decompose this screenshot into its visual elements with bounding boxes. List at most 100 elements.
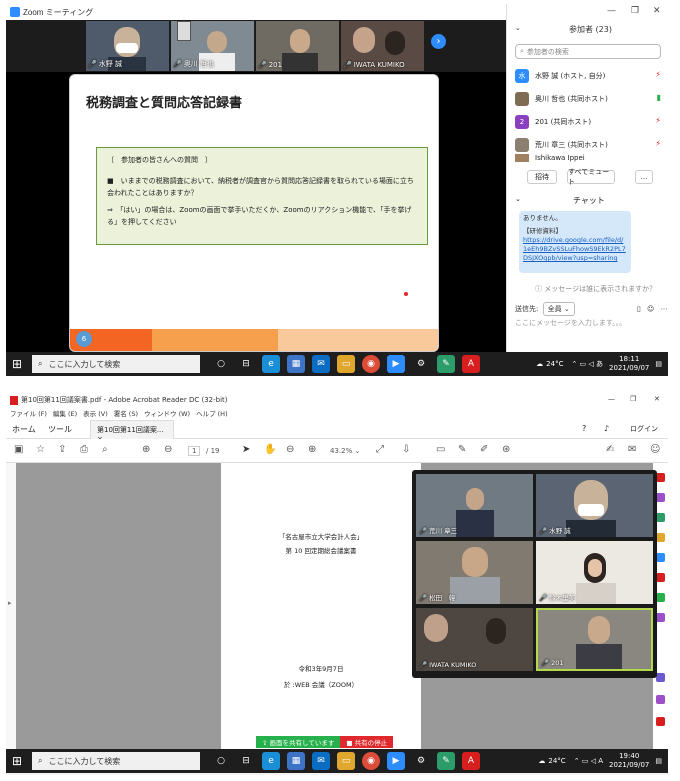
scroll-mode-icon[interactable]: ⇩ xyxy=(402,444,410,455)
chat-header[interactable]: ⌄ チャット xyxy=(507,194,667,208)
notes-icon[interactable]: ✎ xyxy=(437,355,455,373)
tool-fill-icon[interactable] xyxy=(656,695,665,704)
zoom-icon[interactable]: ▶ xyxy=(387,752,405,770)
cortana-icon[interactable]: ○ xyxy=(212,752,230,770)
maximize-icon[interactable]: ❐ xyxy=(630,395,636,403)
menu-sign[interactable]: 署名 (S) xyxy=(114,408,138,418)
participant-row[interactable]: 奥川 哲也 (共同ホスト) ▮ xyxy=(515,89,665,109)
tool-sign-icon[interactable] xyxy=(656,613,665,622)
tool-export-icon[interactable] xyxy=(656,513,665,522)
notification-icon[interactable]: ▤ xyxy=(655,757,662,765)
tab-tools[interactable]: ツール xyxy=(48,424,72,435)
video-tile[interactable]: 🎤 鈴木里美 xyxy=(536,541,653,604)
close-icon[interactable]: ✕ xyxy=(654,395,660,403)
acrobat-icon[interactable]: A xyxy=(462,752,480,770)
menu-view[interactable]: 表示 (V) xyxy=(83,408,108,418)
participant-search-input[interactable]: ⌕ 参加者の検索 xyxy=(515,44,661,59)
chat-input[interactable]: ここにメッセージを入力します。。。 xyxy=(515,318,626,328)
chevron-down-icon[interactable]: ⌄ xyxy=(515,195,521,203)
chat-link[interactable]: https://drive.google.com/file/d/1eEh9BZv… xyxy=(523,236,627,263)
chrome-icon[interactable]: ◉ xyxy=(362,355,380,373)
send-to-select[interactable]: 全員 ⌄ xyxy=(542,302,575,316)
help-icon[interactable]: ? xyxy=(582,424,586,433)
tool-comment-icon[interactable] xyxy=(656,533,665,542)
user-icon[interactable]: ☺ xyxy=(650,444,660,455)
explorer-icon[interactable]: ▭ xyxy=(337,355,355,373)
tool-combine-icon[interactable] xyxy=(656,573,665,582)
minimize-icon[interactable]: — xyxy=(608,395,615,403)
participant-row[interactable]: 水 水野 誠 (ホスト, 自分) ⚡ xyxy=(515,66,665,86)
cortana-icon[interactable]: ○ xyxy=(212,355,230,373)
comment-icon[interactable]: ▭ xyxy=(436,444,445,455)
page-up-icon[interactable]: ⊕ xyxy=(142,444,150,455)
tab-home[interactable]: ホーム xyxy=(12,424,36,435)
thumbnail-tile[interactable]: 🎤 奥川 哲也 xyxy=(171,21,254,71)
taskbar-search-input[interactable]: ⌕ ここに入力して検索 xyxy=(32,355,200,373)
save-icon[interactable]: ▣ xyxy=(14,444,23,455)
store-icon[interactable]: ▦ xyxy=(287,355,305,373)
acrobat-icon[interactable]: A xyxy=(462,355,480,373)
windows-start-icon[interactable]: ⊞ xyxy=(12,754,22,768)
select-cursor-icon[interactable]: ➤ xyxy=(242,444,250,455)
mic-icon[interactable]: ▮ xyxy=(657,93,661,102)
menu-window[interactable]: ウィンドウ (W) xyxy=(144,408,190,418)
stamp-icon[interactable]: ⊛ xyxy=(502,444,510,455)
minimize-icon[interactable]: — xyxy=(607,6,616,16)
store-icon[interactable]: ▦ xyxy=(287,752,305,770)
video-tile[interactable]: 🎤 松田 韓 xyxy=(416,541,533,604)
edge-icon[interactable]: e xyxy=(262,752,280,770)
video-tile[interactable]: 🎤 荒川 章三 xyxy=(416,474,533,537)
fit-page-icon[interactable]: ⤢ xyxy=(376,444,384,455)
chevron-down-icon[interactable]: ⌄ xyxy=(515,24,521,32)
invite-button[interactable]: 招待 xyxy=(527,170,557,184)
zoom-icon[interactable]: ▶ xyxy=(387,355,405,373)
clock[interactable]: 19:40 2021/09/07 xyxy=(609,752,649,770)
muted-mic-icon[interactable]: ⚡ xyxy=(655,139,661,148)
highlight-icon[interactable]: ✎ xyxy=(458,444,466,455)
tool-protect-icon[interactable] xyxy=(656,673,665,682)
page-down-icon[interactable]: ⊖ xyxy=(164,444,172,455)
bell-icon[interactable]: ♪ xyxy=(604,424,609,433)
video-tile[interactable]: 🎤 水野 誠 xyxy=(536,474,653,537)
left-panel-toggle[interactable]: ▸ xyxy=(6,463,16,749)
next-page-chevron-icon[interactable]: › xyxy=(431,34,446,49)
tool-edit-icon[interactable] xyxy=(656,493,665,502)
edge-icon[interactable]: e xyxy=(262,355,280,373)
login-link[interactable]: ログイン xyxy=(630,424,658,434)
print-icon[interactable]: ⎙ xyxy=(80,444,88,455)
taskbar-search-input[interactable]: ⌕ ここに入力して検索 xyxy=(32,752,200,770)
zoom-out-icon[interactable]: ⊖ xyxy=(286,444,294,455)
zoom-search-icon[interactable]: ⌕ xyxy=(102,444,108,455)
chrome-icon[interactable]: ◉ xyxy=(362,752,380,770)
mail-icon[interactable]: ✉ xyxy=(312,355,330,373)
emoji-icon[interactable]: ☺ xyxy=(647,305,654,313)
menu-edit[interactable]: 編集 (E) xyxy=(53,408,77,418)
settings-icon[interactable]: ⚙ xyxy=(412,355,430,373)
upload-icon[interactable]: ⇪ xyxy=(58,444,66,455)
page-number-input[interactable]: 1 xyxy=(188,446,201,456)
file-icon[interactable]: ▯ xyxy=(637,305,641,313)
menu-file[interactable]: ファイル (F) xyxy=(10,408,47,418)
tool-organize-icon[interactable] xyxy=(656,553,665,562)
notes-icon[interactable]: ✎ xyxy=(437,752,455,770)
mail-icon[interactable]: ✉ xyxy=(628,444,636,455)
windows-start-icon[interactable]: ⊞ xyxy=(12,357,22,371)
tab-document[interactable]: 第10回第11回議案... × xyxy=(90,420,174,443)
muted-mic-icon[interactable]: ⚡ xyxy=(655,70,661,79)
mail-icon[interactable]: ✉ xyxy=(312,752,330,770)
explorer-icon[interactable]: ▭ xyxy=(337,752,355,770)
zoom-select[interactable]: 43.2% ⌄ xyxy=(330,447,360,455)
participant-row[interactable]: 2 201 (共同ホスト) ⚡ xyxy=(515,112,665,132)
sign-icon[interactable]: ✍ xyxy=(606,444,614,455)
settings-icon[interactable]: ⚙ xyxy=(412,752,430,770)
tray-icons[interactable]: ⌃ ▭ ◁ A xyxy=(574,757,603,765)
tool-pdf-icon[interactable] xyxy=(656,473,665,482)
zoom-in-icon[interactable]: ⊕ xyxy=(308,444,316,455)
video-tile[interactable]: 🎤 IWATA KUMIKO xyxy=(416,608,533,671)
menu-help[interactable]: ヘルプ (H) xyxy=(196,408,228,418)
participant-row[interactable]: Ishikawa Ippei xyxy=(515,154,665,162)
tool-share-icon[interactable] xyxy=(656,593,665,602)
notification-icon[interactable]: ▤ xyxy=(655,360,662,368)
stop-share-button[interactable]: ■ 共有の停止 xyxy=(340,736,394,748)
participants-header[interactable]: ⌄ 参加者 (23) xyxy=(507,22,667,38)
